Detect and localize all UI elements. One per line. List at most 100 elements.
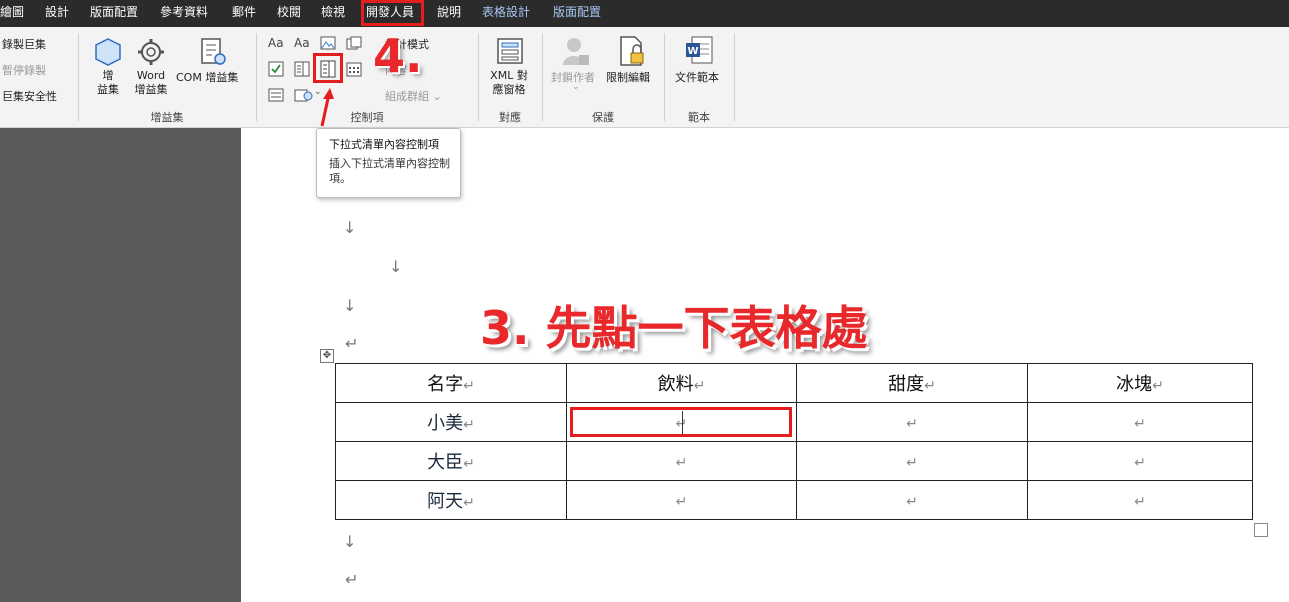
- table-row: 大臣↵ ↵ ↵ ↵: [335, 441, 1253, 481]
- group-dropdown-icon: ⌄: [429, 90, 442, 103]
- navigation-pane: [0, 128, 241, 602]
- step3-annotation: 3. 先點一下表格處: [480, 301, 868, 355]
- ribbon: 錄製巨集 暫停錄製 巨集安全性 增 益集 Word 增益集 COM 增益集 增益…: [0, 27, 1289, 128]
- addins-hexagon-icon: [95, 38, 121, 66]
- annotation-arrow-icon: [320, 88, 334, 127]
- cell-text: 阿天: [427, 491, 464, 512]
- com-addins-icon: [201, 38, 226, 65]
- table-cell[interactable]: ↵: [566, 480, 797, 520]
- restrict-editing-button[interactable]: 限制編輯: [606, 69, 650, 85]
- group-separator: [478, 33, 479, 121]
- restrict-editing-icon: [620, 36, 644, 66]
- line-break-mark: ↓: [343, 296, 357, 315]
- cell-end-mark: ↵: [906, 415, 918, 432]
- line-break-mark: ↓: [343, 218, 357, 237]
- tab-table-design[interactable]: 表格設計: [482, 0, 530, 27]
- combo-box-control-icon[interactable]: [294, 61, 310, 77]
- table-cell[interactable]: ↵: [796, 441, 1028, 481]
- step4-annotation: 4.: [373, 29, 423, 83]
- building-block-control-icon[interactable]: [346, 36, 362, 50]
- group-button[interactable]: 組成群組 ⌄: [385, 88, 442, 104]
- dropdown-control-highlight: [313, 53, 343, 83]
- table-cell[interactable]: ↵: [1027, 402, 1253, 442]
- table-cell[interactable]: 大臣↵: [335, 441, 567, 481]
- table-cell[interactable]: ↵: [1027, 441, 1253, 481]
- tab-mailings[interactable]: 郵件: [232, 0, 256, 27]
- cell-end-mark: ↵: [675, 493, 688, 510]
- tab-references[interactable]: 參考資料: [160, 0, 208, 27]
- tab-design[interactable]: 設計: [45, 0, 69, 27]
- dropdown-control-tooltip: 下拉式清單內容控制項 插入下拉式清單內容控制項。: [316, 128, 461, 198]
- picture-control-icon[interactable]: [320, 36, 336, 50]
- date-picker-control-icon[interactable]: [346, 61, 362, 77]
- tab-table-layout[interactable]: 版面配置: [553, 0, 601, 27]
- pause-recording-button[interactable]: 暫停錄製: [2, 62, 46, 78]
- table-header-row: 名字↵ 飲料↵ 甜度↵ 冰塊↵: [335, 363, 1253, 403]
- header-cell[interactable]: 名字↵: [335, 363, 567, 403]
- plain-text-control-icon[interactable]: Aa: [294, 36, 310, 50]
- paragraph-mark: ↵: [345, 334, 359, 353]
- header-sweetness: 甜度: [888, 374, 925, 395]
- cell-end-mark: ↵: [463, 417, 475, 433]
- table-cell[interactable]: ↵: [566, 441, 797, 481]
- header-drink: 飲料: [657, 374, 694, 395]
- cell-text: 小美: [427, 413, 464, 434]
- cell-end-mark: ↵: [463, 378, 475, 394]
- group-separator: [664, 33, 665, 121]
- ribbon-tab-bar: 繪圖 設計 版面配置 參考資料 郵件 校閱 檢視 開發人員 說明 表格設計 版面…: [0, 0, 1289, 27]
- tab-draw[interactable]: 繪圖: [0, 0, 24, 27]
- addins-group-label: 增益集: [150, 111, 184, 124]
- header-cell[interactable]: 甜度↵: [796, 363, 1028, 403]
- cell-end-mark: ↵: [1134, 415, 1146, 432]
- header-ice: 冰塊: [1116, 374, 1153, 395]
- rich-text-control-icon[interactable]: Aa: [268, 36, 284, 50]
- tooltip-description: 插入下拉式清單內容控制項。: [329, 157, 450, 185]
- cell-end-mark: ↵: [675, 454, 688, 471]
- xml-mapping-pane-button[interactable]: XML 對 應窗格: [484, 69, 534, 97]
- cell-end-mark: ↵: [924, 378, 936, 394]
- templates-group-label: 範本: [688, 111, 710, 124]
- gear-icon: [138, 39, 164, 65]
- header-cell[interactable]: 飲料↵: [566, 363, 797, 403]
- repeating-section-control-icon[interactable]: [268, 87, 284, 103]
- tab-layout[interactable]: 版面配置: [90, 0, 138, 27]
- block-authors-dropdown-icon[interactable]: ⌄: [572, 82, 580, 92]
- table-move-handle-icon[interactable]: ✥: [320, 349, 334, 363]
- group-separator: [256, 33, 257, 121]
- cell-end-mark: ↵: [1134, 454, 1146, 471]
- cell-click-highlight: [570, 407, 792, 437]
- tab-view[interactable]: 檢視: [321, 0, 345, 27]
- com-addins-button[interactable]: COM 增益集: [176, 69, 238, 85]
- word-addins-button[interactable]: Word 增益集: [131, 69, 171, 97]
- table-cell[interactable]: ↵: [796, 402, 1028, 442]
- table-row: 阿天↵ ↵ ↵ ↵: [335, 480, 1253, 520]
- block-authors-icon: [563, 38, 589, 65]
- record-macro-button[interactable]: 錄製巨集: [2, 36, 46, 52]
- cell-end-mark: ↵: [906, 493, 918, 510]
- legacy-tools-icon[interactable]: [294, 87, 314, 103]
- tab-review[interactable]: 校閱: [277, 0, 301, 27]
- header-cell[interactable]: 冰塊↵: [1027, 363, 1253, 403]
- checkbox-control-icon[interactable]: [268, 61, 284, 77]
- controls-group-label: 控制項: [350, 111, 384, 124]
- table-cell[interactable]: ↵: [796, 480, 1028, 520]
- macro-security-button[interactable]: 巨集安全性: [2, 88, 57, 104]
- table-cell[interactable]: 小美↵: [335, 402, 567, 442]
- group-separator: [542, 33, 543, 121]
- table-cell[interactable]: 阿天↵: [335, 480, 567, 520]
- addins-button[interactable]: 增 益集: [93, 69, 123, 97]
- tab-help[interactable]: 說明: [437, 0, 461, 27]
- xml-mapping-pane-icon: [497, 38, 523, 64]
- cell-end-mark: ↵: [463, 495, 475, 511]
- text-cursor: [682, 411, 683, 435]
- table-cell[interactable]: ↵: [1027, 480, 1253, 520]
- group-separator: [734, 33, 735, 121]
- cell-end-mark: ↵: [1134, 493, 1146, 510]
- selected-table-cell[interactable]: ↵: [566, 402, 797, 442]
- document-template-button[interactable]: 文件範本: [675, 69, 719, 85]
- line-break-mark: ↓: [343, 532, 357, 551]
- cell-end-mark: ↵: [1152, 378, 1164, 394]
- cell-end-mark: ↵: [693, 378, 706, 394]
- table-resize-handle[interactable]: [1254, 523, 1268, 537]
- line-break-mark: ↓: [389, 257, 403, 276]
